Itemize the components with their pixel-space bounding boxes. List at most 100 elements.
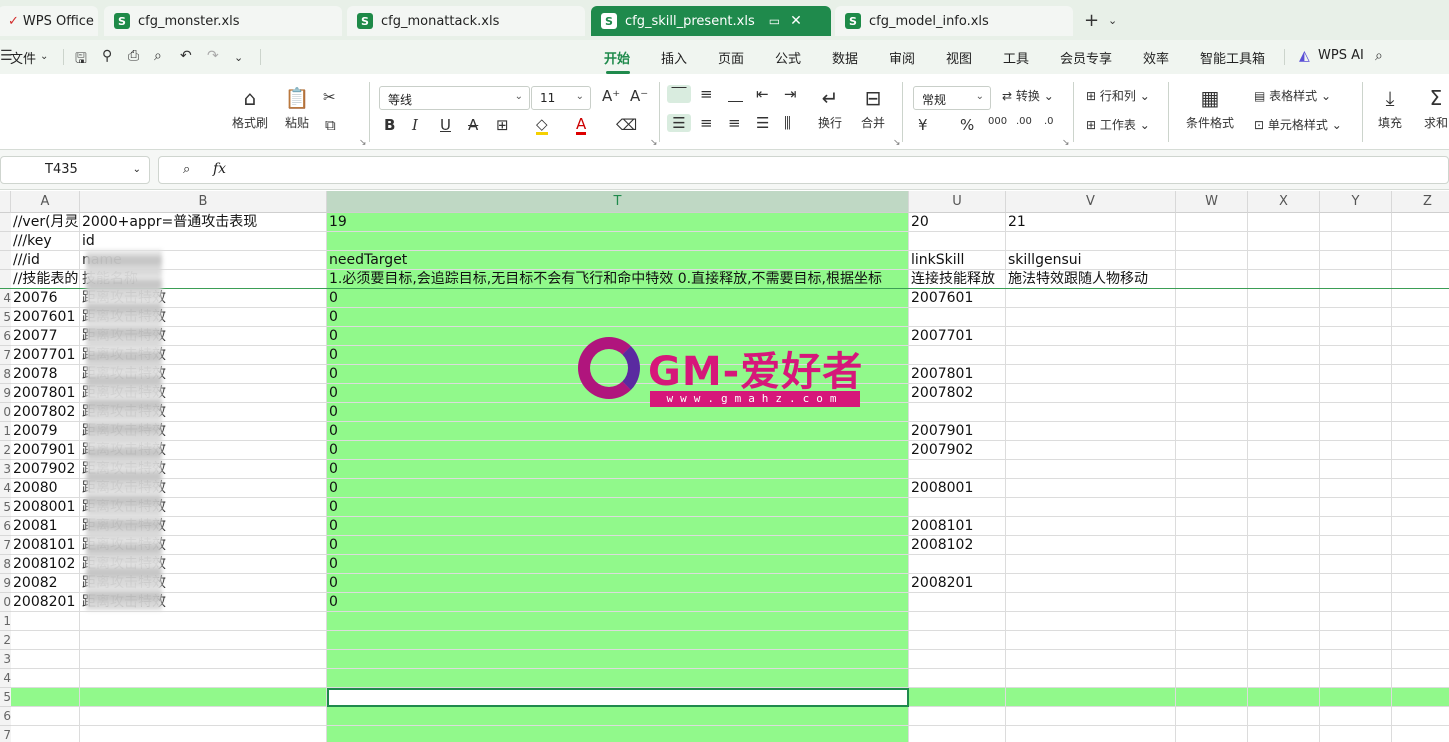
conditional-format-button[interactable]: ▦ 条件格式 — [1180, 86, 1240, 131]
table-cell[interactable]: 1.必须要目标,会追踪目标,无目标不会有飞行和命中特效 0.直接释放,不需要目标… — [327, 270, 909, 289]
close-icon[interactable]: ✕ — [790, 13, 802, 29]
table-cell[interactable]: 20080 — [11, 479, 80, 498]
tab-cfg-skill-present[interactable]: S cfg_skill_present.xls ▭ ✕ — [591, 6, 831, 36]
menu-page[interactable]: 页面 — [718, 48, 744, 67]
table-cell[interactable]: 2008102 — [909, 536, 1006, 555]
empty-cell[interactable] — [1320, 612, 1392, 631]
table-cell[interactable]: 0 — [327, 517, 909, 536]
empty-cell[interactable] — [1392, 536, 1449, 555]
table-cell[interactable]: 2007801 — [11, 384, 80, 403]
empty-cell[interactable] — [1176, 270, 1248, 289]
empty-cell[interactable] — [1320, 669, 1392, 688]
table-cell[interactable]: linkSkill — [909, 251, 1006, 270]
chevron-down-icon[interactable]: ⌄ — [1108, 14, 1117, 27]
empty-cell[interactable] — [1392, 422, 1449, 441]
empty-cell[interactable] — [1248, 517, 1320, 536]
empty-cell[interactable] — [1176, 593, 1248, 612]
table-cell[interactable] — [909, 669, 1006, 688]
empty-cell[interactable] — [1320, 574, 1392, 593]
empty-cell[interactable] — [1320, 460, 1392, 479]
increase-decimal-icon[interactable]: .00 — [1016, 116, 1032, 127]
row-header[interactable]: 5 — [0, 688, 11, 707]
empty-cell[interactable] — [1248, 213, 1320, 232]
table-cell[interactable]: //ver(月灵 — [11, 213, 80, 232]
table-cell[interactable] — [1006, 555, 1176, 574]
row-header[interactable]: 2 — [0, 441, 11, 460]
empty-cell[interactable] — [1320, 650, 1392, 669]
table-cell[interactable]: 2000+appr=普通攻击表现 — [80, 213, 327, 232]
table-cell[interactable] — [11, 669, 80, 688]
row-header[interactable]: 6 — [0, 517, 11, 536]
row-header[interactable]: 7 — [0, 726, 11, 742]
row-header[interactable]: 8 — [0, 555, 11, 574]
file-menu[interactable]: 文件 — [10, 48, 36, 67]
align-center-icon[interactable]: ≡ — [700, 114, 713, 132]
table-cell[interactable]: 0 — [327, 479, 909, 498]
table-cell[interactable]: 2007802 — [909, 384, 1006, 403]
empty-cell[interactable] — [1248, 536, 1320, 555]
empty-cell[interactable] — [1176, 441, 1248, 460]
column-header-t[interactable]: T — [327, 191, 909, 213]
menu-view[interactable]: 视图 — [946, 48, 972, 67]
column-header-b[interactable]: B — [80, 191, 327, 213]
launcher-icon[interactable]: ↘ — [359, 138, 367, 148]
menu-smart-toolbox[interactable]: 智能工具箱 — [1200, 48, 1265, 67]
chevron-down-icon[interactable]: ⌄ — [40, 51, 48, 62]
tab-wps-office[interactable]: ✓ WPS Office — [0, 6, 98, 36]
fill-color-icon[interactable]: ◇ — [536, 116, 548, 135]
table-cell[interactable] — [909, 593, 1006, 612]
empty-cell[interactable] — [1320, 726, 1392, 742]
table-cell[interactable] — [327, 707, 909, 726]
currency-icon[interactable]: ¥ — [918, 116, 928, 134]
empty-cell[interactable] — [1248, 384, 1320, 403]
table-cell[interactable] — [11, 707, 80, 726]
column-header-v[interactable]: V — [1006, 191, 1176, 213]
empty-cell[interactable] — [1392, 365, 1449, 384]
column-header-x[interactable]: X — [1248, 191, 1320, 213]
empty-cell[interactable] — [1392, 574, 1449, 593]
launcher-icon[interactable]: ↘ — [1062, 138, 1070, 148]
decrease-decimal-icon[interactable]: .0 — [1044, 116, 1054, 127]
table-cell[interactable] — [1006, 536, 1176, 555]
table-cell[interactable]: 2007901 — [11, 441, 80, 460]
underline-icon[interactable]: U — [440, 116, 451, 134]
table-cell[interactable] — [80, 707, 327, 726]
table-cell[interactable]: 20077 — [11, 327, 80, 346]
table-cell[interactable] — [909, 498, 1006, 517]
empty-cell[interactable] — [1392, 213, 1449, 232]
align-bottom-icon[interactable]: ⎽ — [728, 85, 743, 103]
empty-cell[interactable] — [1392, 327, 1449, 346]
table-cell[interactable]: 20079 — [11, 422, 80, 441]
table-cell[interactable] — [80, 650, 327, 669]
table-cell[interactable] — [80, 612, 327, 631]
table-cell[interactable] — [11, 650, 80, 669]
number-format-select[interactable]: 常规 ⌄ — [913, 86, 991, 110]
menu-data[interactable]: 数据 — [832, 48, 858, 67]
table-cell[interactable] — [11, 726, 80, 742]
table-cell[interactable] — [909, 403, 1006, 422]
table-cell[interactable]: 20 — [909, 213, 1006, 232]
align-right-icon[interactable]: ≡ — [728, 114, 741, 132]
row-header[interactable]: 6 — [0, 707, 11, 726]
table-cell[interactable]: 0 — [327, 289, 909, 308]
tab-cfg-model-info[interactable]: S cfg_model_info.xls — [835, 6, 1073, 36]
convert-button[interactable]: ⇄ 转换 ⌄ — [1002, 87, 1054, 104]
table-cell[interactable]: 2007701 — [11, 346, 80, 365]
table-cell[interactable] — [11, 688, 80, 707]
table-cell[interactable] — [909, 688, 1006, 707]
table-cell[interactable]: 20078 — [11, 365, 80, 384]
worksheet-button[interactable]: ⊞ 工作表 ⌄ — [1086, 116, 1150, 133]
corner-header[interactable] — [0, 191, 11, 213]
table-cell[interactable]: 21 — [1006, 213, 1176, 232]
font-size-select[interactable]: 11 ⌄ — [531, 86, 591, 110]
zoom-icon[interactable]: ⌕ — [183, 162, 190, 177]
eraser-icon[interactable]: ⌫ — [616, 116, 637, 134]
empty-cell[interactable] — [1248, 441, 1320, 460]
empty-cell[interactable] — [1392, 707, 1449, 726]
table-cell[interactable]: 2007701 — [909, 327, 1006, 346]
table-cell[interactable] — [1006, 327, 1176, 346]
table-cell[interactable] — [1006, 669, 1176, 688]
table-cell[interactable]: 2007902 — [11, 460, 80, 479]
row-header[interactable]: 3 — [0, 650, 11, 669]
increase-font-icon[interactable]: A⁺ — [602, 87, 620, 105]
